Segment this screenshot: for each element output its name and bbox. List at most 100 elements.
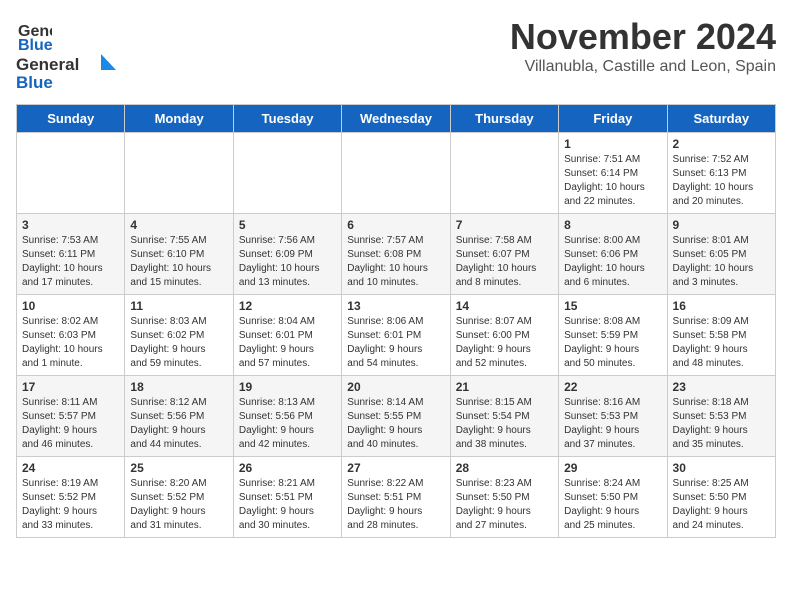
day-number: 12 [239,299,336,313]
day-info: Sunrise: 7:55 AM Sunset: 6:10 PM Dayligh… [130,234,227,290]
day-info: Sunrise: 8:12 AM Sunset: 5:56 PM Dayligh… [130,396,227,452]
weekday-header-saturday: Saturday [667,105,775,133]
calendar-cell: 25 Sunrise: 8:20 AM Sunset: 5:52 PM Dayli… [125,457,233,538]
header: General Blue General Blue November 2024 … [16,16,776,94]
weekday-header-friday: Friday [559,105,667,133]
calendar-cell [17,133,125,214]
calendar-cell: 27 Sunrise: 8:22 AM Sunset: 5:51 PM Dayli… [342,457,450,538]
calendar-cell: 2 Sunrise: 7:52 AM Sunset: 6:13 PM Daylig… [667,133,775,214]
calendar-cell [342,133,450,214]
day-info: Sunrise: 8:01 AM Sunset: 6:05 PM Dayligh… [673,234,770,290]
calendar-cell: 26Sunrise: 8:21 AM Sunset: 5:51 PM Dayli… [233,457,341,538]
day-number: 20 [347,380,444,394]
day-number: 27 [347,461,444,475]
calendar-cell: 23Sunrise: 8:18 AM Sunset: 5:53 PM Dayli… [667,376,775,457]
day-info: Sunrise: 8:03 AM Sunset: 6:02 PM Dayligh… [130,315,227,371]
day-info: Sunrise: 7:58 AM Sunset: 6:07 PM Dayligh… [456,234,553,290]
day-number: 17 [22,380,119,394]
logo-icon: General Blue [16,16,52,52]
day-info: Sunrise: 7:57 AM Sunset: 6:08 PM Dayligh… [347,234,444,290]
calendar-cell: 4Sunrise: 7:55 AM Sunset: 6:10 PM Daylig… [125,214,233,295]
day-info: Sunrise: 7:51 AM Sunset: 6:14 PM Dayligh… [564,153,661,209]
calendar-week-4: 17 Sunrise: 8:11 AM Sunset: 5:57 PM Dayli… [17,376,776,457]
calendar-cell: 16 Sunrise: 8:09 AM Sunset: 5:58 PM Dayli… [667,295,775,376]
calendar-cell: 19Sunrise: 8:13 AM Sunset: 5:56 PM Dayli… [233,376,341,457]
day-info: Sunrise: 7:56 AM Sunset: 6:09 PM Dayligh… [239,234,336,290]
day-number: 15 [564,299,661,313]
calendar-cell: 10Sunrise: 8:02 AM Sunset: 6:03 PM Dayli… [17,295,125,376]
month-title: November 2024 [510,16,776,58]
calendar-body: 1 Sunrise: 7:51 AM Sunset: 6:14 PM Daylig… [17,133,776,538]
svg-text:Blue: Blue [16,73,53,92]
day-info: Sunrise: 8:25 AM Sunset: 5:50 PM Dayligh… [673,477,770,533]
day-info: Sunrise: 8:07 AM Sunset: 6:00 PM Dayligh… [456,315,553,371]
day-number: 21 [456,380,553,394]
day-info: Sunrise: 8:21 AM Sunset: 5:51 PM Dayligh… [239,477,336,533]
weekday-header-monday: Monday [125,105,233,133]
day-info: Sunrise: 8:22 AM Sunset: 5:51 PM Dayligh… [347,477,444,533]
day-number: 29 [564,461,661,475]
logo: General Blue General Blue [16,16,116,94]
calendar-cell [125,133,233,214]
calendar-cell: 8 Sunrise: 8:00 AM Sunset: 6:06 PM Daylig… [559,214,667,295]
day-number: 8 [564,218,661,232]
location-title: Villanubla, Castille and Leon, Spain [510,58,776,76]
day-info: Sunrise: 8:14 AM Sunset: 5:55 PM Dayligh… [347,396,444,452]
day-number: 25 [130,461,227,475]
calendar-cell: 29 Sunrise: 8:24 AM Sunset: 5:50 PM Dayli… [559,457,667,538]
calendar-cell: 21 Sunrise: 8:15 AM Sunset: 5:54 PM Dayli… [450,376,558,457]
day-number: 14 [456,299,553,313]
calendar-cell: 22 Sunrise: 8:16 AM Sunset: 5:53 PM Dayli… [559,376,667,457]
calendar-cell: 6 Sunrise: 7:57 AM Sunset: 6:08 PM Daylig… [342,214,450,295]
day-info: Sunrise: 8:24 AM Sunset: 5:50 PM Dayligh… [564,477,661,533]
calendar-cell: 12 Sunrise: 8:04 AM Sunset: 6:01 PM Dayli… [233,295,341,376]
day-info: Sunrise: 8:20 AM Sunset: 5:52 PM Dayligh… [130,477,227,533]
day-number: 24 [22,461,119,475]
day-info: Sunrise: 8:08 AM Sunset: 5:59 PM Dayligh… [564,315,661,371]
weekday-header-sunday: Sunday [17,105,125,133]
day-number: 28 [456,461,553,475]
title-area: November 2024 Villanubla, Castille and L… [510,16,776,76]
day-number: 2 [673,137,770,151]
calendar-cell: 20 Sunrise: 8:14 AM Sunset: 5:55 PM Dayli… [342,376,450,457]
day-number: 10 [22,299,119,313]
day-info: Sunrise: 8:04 AM Sunset: 6:01 PM Dayligh… [239,315,336,371]
day-number: 11 [130,299,227,313]
day-number: 6 [347,218,444,232]
day-info: Sunrise: 8:15 AM Sunset: 5:54 PM Dayligh… [456,396,553,452]
day-number: 13 [347,299,444,313]
day-info: Sunrise: 8:13 AM Sunset: 5:56 PM Dayligh… [239,396,336,452]
day-number: 18 [130,380,227,394]
calendar-cell: 3Sunrise: 7:53 AM Sunset: 6:11 PM Daylig… [17,214,125,295]
day-number: 3 [22,218,119,232]
day-info: Sunrise: 8:16 AM Sunset: 5:53 PM Dayligh… [564,396,661,452]
day-number: 1 [564,137,661,151]
calendar-cell: 11 Sunrise: 8:03 AM Sunset: 6:02 PM Dayli… [125,295,233,376]
day-number: 9 [673,218,770,232]
day-info: Sunrise: 7:52 AM Sunset: 6:13 PM Dayligh… [673,153,770,209]
day-info: Sunrise: 8:00 AM Sunset: 6:06 PM Dayligh… [564,234,661,290]
day-number: 30 [673,461,770,475]
day-number: 22 [564,380,661,394]
day-info: Sunrise: 8:11 AM Sunset: 5:57 PM Dayligh… [22,396,119,452]
calendar-cell: 9 Sunrise: 8:01 AM Sunset: 6:05 PM Daylig… [667,214,775,295]
day-info: Sunrise: 8:09 AM Sunset: 5:58 PM Dayligh… [673,315,770,371]
calendar-cell [450,133,558,214]
calendar-cell: 7Sunrise: 7:58 AM Sunset: 6:07 PM Daylig… [450,214,558,295]
calendar-cell: 28 Sunrise: 8:23 AM Sunset: 5:50 PM Dayli… [450,457,558,538]
calendar-cell: 5 Sunrise: 7:56 AM Sunset: 6:09 PM Daylig… [233,214,341,295]
day-number: 5 [239,218,336,232]
calendar-week-5: 24Sunrise: 8:19 AM Sunset: 5:52 PM Dayli… [17,457,776,538]
day-number: 16 [673,299,770,313]
svg-text:Blue: Blue [18,37,52,52]
calendar-week-3: 10Sunrise: 8:02 AM Sunset: 6:03 PM Dayli… [17,295,776,376]
calendar-cell: 13 Sunrise: 8:06 AM Sunset: 6:01 PM Dayli… [342,295,450,376]
day-info: Sunrise: 8:06 AM Sunset: 6:01 PM Dayligh… [347,315,444,371]
weekday-header-wednesday: Wednesday [342,105,450,133]
day-number: 23 [673,380,770,394]
day-info: Sunrise: 8:23 AM Sunset: 5:50 PM Dayligh… [456,477,553,533]
calendar-cell [233,133,341,214]
calendar-cell: 14 Sunrise: 8:07 AM Sunset: 6:00 PM Dayli… [450,295,558,376]
calendar-cell: 18 Sunrise: 8:12 AM Sunset: 5:56 PM Dayli… [125,376,233,457]
weekday-header-thursday: Thursday [450,105,558,133]
